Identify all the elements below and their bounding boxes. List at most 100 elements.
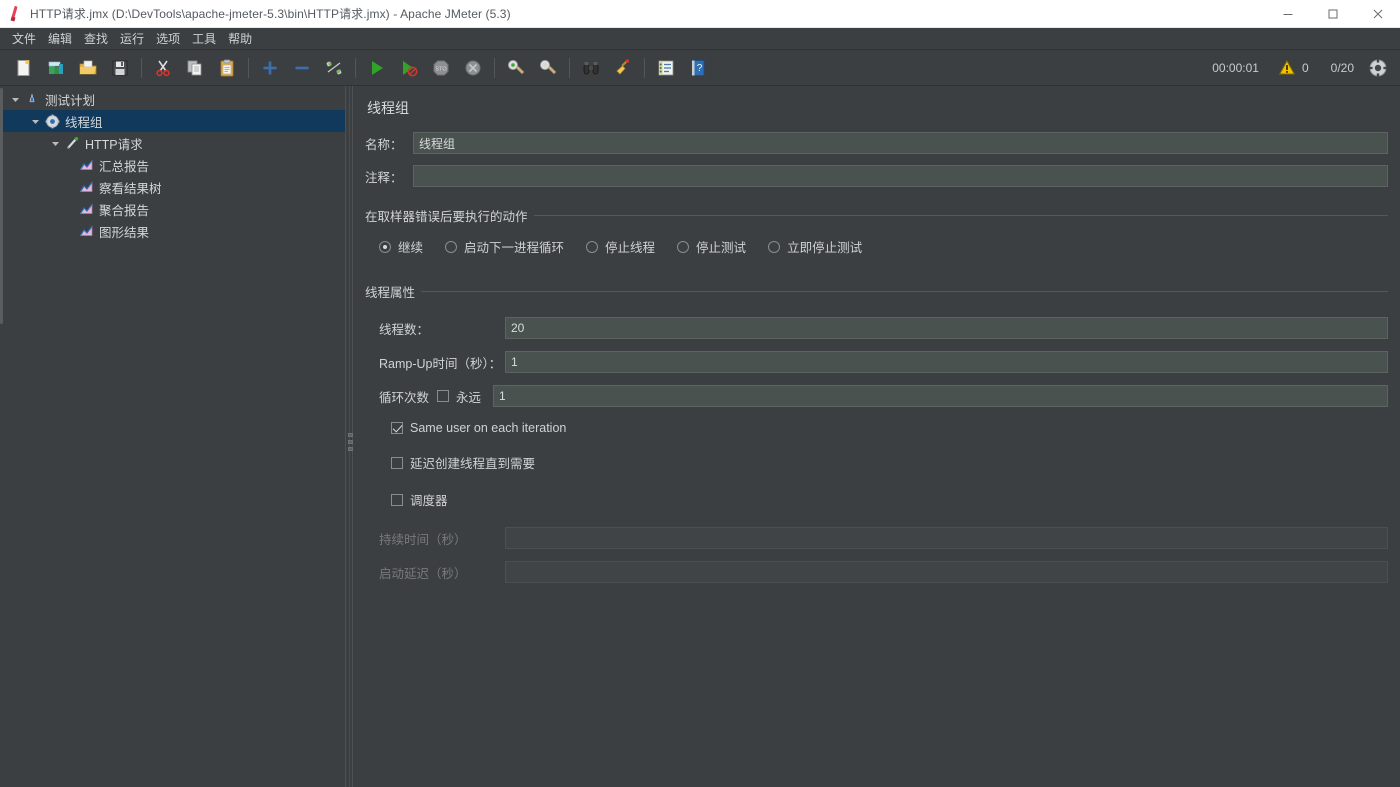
startup-delay-input xyxy=(505,561,1388,583)
minimize-icon[interactable] xyxy=(1265,0,1310,28)
radio-continue[interactable]: 继续 xyxy=(379,237,423,256)
menu-options[interactable]: 选项 xyxy=(150,28,186,49)
expand-plus-icon[interactable] xyxy=(254,53,286,83)
listener-chart-icon xyxy=(76,154,96,176)
error-action-group-body: 继续 启动下一进程循环 停止线程 停止测试 xyxy=(365,225,1388,256)
grip-dot xyxy=(348,447,353,451)
menu-tools[interactable]: 工具 xyxy=(186,28,222,49)
error-action-radio-group: 继续 启动下一进程循环 停止线程 停止测试 xyxy=(379,237,1388,256)
menu-bar: 文件 编辑 查找 运行 选项 工具 帮助 xyxy=(0,28,1400,50)
scheduler-label: 调度器 xyxy=(410,490,448,509)
grip-dot xyxy=(348,433,353,437)
radio-label: 停止线程 xyxy=(605,237,655,256)
radio-stop-thread[interactable]: 停止线程 xyxy=(586,237,655,256)
clear-all-icon[interactable] xyxy=(532,53,564,83)
thread-properties-group-body: 线程数： Ramp-Up时间（秒）： 循环次数 永远 xyxy=(365,301,1388,583)
radio-dot-icon xyxy=(586,241,598,253)
checkbox-icon xyxy=(437,390,449,402)
loop-count-input[interactable] xyxy=(493,385,1388,407)
shutdown-icon[interactable] xyxy=(457,53,489,83)
same-user-checkbox[interactable]: Same user on each iteration xyxy=(379,421,1388,435)
start-play-icon[interactable] xyxy=(361,53,393,83)
radio-dot-icon xyxy=(768,241,780,253)
duration-label: 持续时间（秒） xyxy=(379,529,505,548)
stop-icon[interactable]: STO xyxy=(425,53,457,83)
menu-file[interactable]: 文件 xyxy=(6,28,42,49)
tree-node-test-plan[interactable]: 测试计划 xyxy=(0,88,345,110)
warning-triangle-icon[interactable] xyxy=(1279,60,1295,75)
chevron-down-icon[interactable] xyxy=(28,110,42,132)
copy-icon[interactable] xyxy=(179,53,211,83)
new-document-icon[interactable] xyxy=(8,53,40,83)
save-floppy-icon[interactable] xyxy=(104,53,136,83)
forever-label: 永远 xyxy=(456,387,481,406)
delayed-start-checkbox[interactable]: 延迟创建线程直到需要 xyxy=(379,453,1388,472)
radio-dot-icon xyxy=(379,241,391,253)
menu-help[interactable]: 帮助 xyxy=(222,28,258,49)
svg-text:STO: STO xyxy=(435,66,447,72)
pane-splitter[interactable] xyxy=(345,86,353,787)
collapse-minus-icon[interactable] xyxy=(286,53,318,83)
toggle-icon[interactable] xyxy=(318,53,350,83)
forever-checkbox[interactable]: 永远 xyxy=(437,387,493,406)
window-title: HTTP请求.jmx (D:\DevTools\apache-jmeter-5.… xyxy=(30,5,1265,22)
tree-node-view-results-tree[interactable]: 察看结果树 xyxy=(0,176,345,198)
tree-label: 图形结果 xyxy=(96,222,149,241)
thread-properties-group-title: 线程属性 xyxy=(365,282,421,301)
clear-icon[interactable] xyxy=(500,53,532,83)
radio-label: 立即停止测试 xyxy=(787,237,862,256)
comment-input[interactable] xyxy=(413,165,1388,187)
chevron-down-icon[interactable] xyxy=(48,132,62,154)
tree-vertical-scrollbar[interactable] xyxy=(0,88,3,324)
tree-label: 线程组 xyxy=(62,112,103,131)
templates-icon[interactable] xyxy=(40,53,72,83)
tree-node-thread-group[interactable]: 线程组 xyxy=(0,110,345,132)
error-action-group-header: 在取样器错误后要执行的动作 xyxy=(365,206,1388,225)
close-icon[interactable] xyxy=(1355,0,1400,28)
ramp-up-input[interactable] xyxy=(505,351,1388,373)
search-binoculars-icon[interactable] xyxy=(575,53,607,83)
open-folder-icon[interactable] xyxy=(72,53,104,83)
startup-delay-row: 启动延迟（秒） xyxy=(379,561,1388,583)
radio-stop-test[interactable]: 停止测试 xyxy=(677,237,746,256)
tree-node-aggregate-report[interactable]: 聚合报告 xyxy=(0,198,345,220)
warning-count-label: 0 xyxy=(1302,61,1309,75)
menu-search[interactable]: 查找 xyxy=(78,28,114,49)
tree-node-summary-report[interactable]: 汇总报告 xyxy=(0,154,345,176)
name-row: 名称： xyxy=(365,132,1388,154)
radio-dot-icon xyxy=(445,241,457,253)
radio-stop-test-now[interactable]: 立即停止测试 xyxy=(768,237,862,256)
chevron-down-icon[interactable] xyxy=(8,88,22,110)
menu-run[interactable]: 运行 xyxy=(114,28,150,49)
loop-count-row: 循环次数 永远 xyxy=(379,385,1388,407)
tree-label: HTTP请求 xyxy=(82,134,143,153)
toolbar-status-area: 00:00:01 0 0/20 xyxy=(1212,58,1392,78)
title-bar: HTTP请求.jmx (D:\DevTools\apache-jmeter-5.… xyxy=(0,0,1400,28)
window-controls xyxy=(1265,0,1400,28)
elapsed-time-label: 00:00:01 xyxy=(1212,61,1259,75)
scheduler-checkbox[interactable]: 调度器 xyxy=(379,490,1388,509)
toolbar-separator xyxy=(141,58,142,78)
num-threads-input[interactable] xyxy=(505,317,1388,339)
tree-node-http-request[interactable]: HTTP请求 xyxy=(0,132,345,154)
help-book-icon[interactable]: ? xyxy=(682,53,714,83)
test-plan-tree[interactable]: 测试计划 线程组 xyxy=(0,86,345,787)
reset-search-broom-icon[interactable] xyxy=(607,53,639,83)
duration-row: 持续时间（秒） xyxy=(379,527,1388,549)
function-helper-icon[interactable] xyxy=(650,53,682,83)
thread-group-panel: 线程组 名称： 注释： 在取样器错误后要执行的动作 xyxy=(353,86,1400,787)
tree-node-graph-results[interactable]: 图形结果 xyxy=(0,220,345,242)
radio-label: 启动下一进程循环 xyxy=(464,237,564,256)
menu-edit[interactable]: 编辑 xyxy=(42,28,78,49)
body-split: 测试计划 线程组 xyxy=(0,86,1400,787)
cut-scissors-icon[interactable] xyxy=(147,53,179,83)
thread-properties-group-header: 线程属性 xyxy=(365,282,1388,301)
startup-delay-label: 启动延迟（秒） xyxy=(379,563,505,582)
svg-text:?: ? xyxy=(697,63,703,74)
maximize-icon[interactable] xyxy=(1310,0,1355,28)
name-input[interactable] xyxy=(413,132,1388,154)
start-no-timers-icon[interactable] xyxy=(393,53,425,83)
page-title: 线程组 xyxy=(367,98,1388,118)
radio-start-next-loop[interactable]: 启动下一进程循环 xyxy=(445,237,564,256)
paste-clipboard-icon[interactable] xyxy=(211,53,243,83)
